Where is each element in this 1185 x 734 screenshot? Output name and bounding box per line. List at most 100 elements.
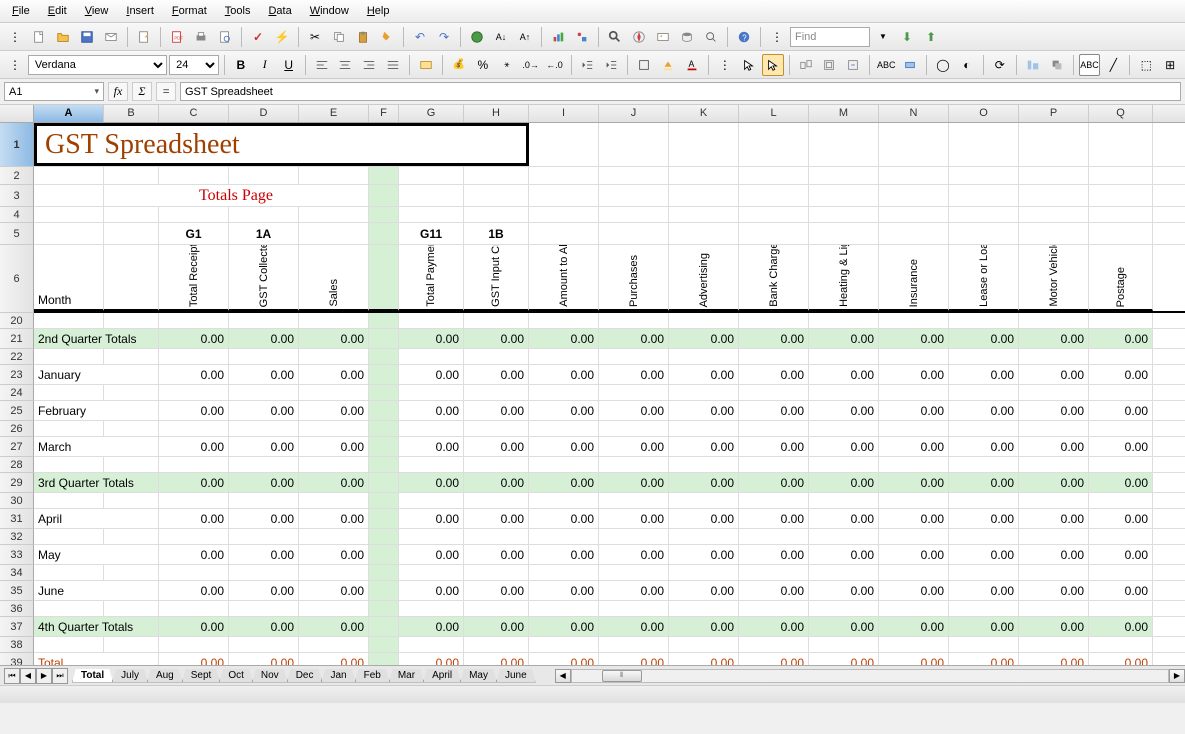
cell[interactable]: [1089, 529, 1153, 544]
cell[interactable]: [299, 457, 369, 472]
merge-cells-button[interactable]: [415, 54, 437, 76]
cell[interactable]: [399, 637, 464, 652]
col-header-I[interactable]: I: [529, 105, 599, 122]
cell[interactable]: 0.00: [159, 365, 229, 384]
cell[interactable]: [299, 529, 369, 544]
cell[interactable]: 0.00: [879, 401, 949, 420]
cell[interactable]: Insurance: [879, 245, 949, 311]
cell[interactable]: 0.00: [1019, 653, 1089, 665]
cell[interactable]: [229, 565, 299, 580]
cell[interactable]: 0.00: [949, 509, 1019, 528]
export-pdf-button[interactable]: PDF: [166, 26, 188, 48]
cell[interactable]: [879, 185, 949, 206]
cell[interactable]: [369, 167, 399, 184]
cell[interactable]: [809, 185, 879, 206]
cell[interactable]: 0.00: [879, 581, 949, 600]
cell[interactable]: [1019, 421, 1089, 436]
cell[interactable]: 0.00: [464, 617, 529, 636]
cell[interactable]: [1019, 207, 1089, 222]
new-doc-button[interactable]: [28, 26, 50, 48]
cell[interactable]: Total Payment: [399, 245, 464, 311]
cell[interactable]: 0.00: [159, 437, 229, 456]
cell[interactable]: [879, 457, 949, 472]
menu-view[interactable]: View: [77, 2, 117, 20]
row-header-33[interactable]: 33: [0, 545, 34, 565]
cell[interactable]: 0.00: [1089, 329, 1153, 348]
cell[interactable]: [369, 565, 399, 580]
cell[interactable]: [669, 313, 739, 328]
align-obj-button[interactable]: [1022, 54, 1044, 76]
cell[interactable]: 0.00: [299, 473, 369, 492]
cell[interactable]: 0.00: [809, 473, 879, 492]
cell-reference-box[interactable]: A1: [4, 82, 104, 101]
cell[interactable]: [399, 349, 464, 364]
cell[interactable]: [464, 565, 529, 580]
cell[interactable]: 0.00: [739, 329, 809, 348]
cell[interactable]: [159, 421, 229, 436]
cell[interactable]: [399, 493, 464, 508]
cell[interactable]: [809, 565, 879, 580]
cell[interactable]: [879, 601, 949, 616]
cell[interactable]: 0.00: [464, 509, 529, 528]
cell[interactable]: 0.00: [1089, 545, 1153, 564]
cell[interactable]: 0.00: [949, 617, 1019, 636]
cell[interactable]: [809, 529, 879, 544]
decrease-indent-button[interactable]: [577, 54, 599, 76]
col-header-D[interactable]: D: [229, 105, 299, 122]
sheet-tab-dec[interactable]: Dec: [287, 669, 323, 683]
col-header-K[interactable]: K: [669, 105, 739, 122]
cell[interactable]: 0.00: [949, 473, 1019, 492]
zoom-button[interactable]: [700, 26, 722, 48]
cell[interactable]: 0.00: [879, 437, 949, 456]
cell[interactable]: 0.00: [809, 437, 879, 456]
cell[interactable]: 0.00: [809, 581, 879, 600]
enter-group-button[interactable]: [842, 54, 864, 76]
function-wizard-button[interactable]: fx: [108, 82, 128, 101]
cell[interactable]: [229, 637, 299, 652]
scroll-thumb[interactable]: ⦀: [602, 670, 642, 682]
cell[interactable]: 0.00: [739, 545, 809, 564]
cell[interactable]: 0.00: [159, 473, 229, 492]
cell[interactable]: 0.00: [1019, 473, 1089, 492]
col-header-E[interactable]: E: [299, 105, 369, 122]
cell[interactable]: 0.00: [529, 437, 599, 456]
cell[interactable]: 0.00: [599, 509, 669, 528]
cell[interactable]: [159, 313, 229, 328]
cell[interactable]: [369, 637, 399, 652]
cell[interactable]: Bank Charges: [739, 245, 809, 311]
find-dropdown-button[interactable]: ▼: [872, 26, 894, 48]
cell[interactable]: 0.00: [1019, 617, 1089, 636]
cell[interactable]: [949, 385, 1019, 400]
cell[interactable]: [369, 581, 399, 600]
cell[interactable]: [529, 167, 599, 184]
scroll-left-button[interactable]: ◀: [555, 669, 571, 683]
cell[interactable]: [1089, 637, 1153, 652]
row-header-28[interactable]: 28: [0, 457, 34, 473]
select-button[interactable]: [738, 54, 760, 76]
row-header-25[interactable]: 25: [0, 401, 34, 421]
cell[interactable]: [464, 313, 529, 328]
cell[interactable]: [879, 167, 949, 184]
cell[interactable]: [1089, 207, 1153, 222]
cell[interactable]: [739, 565, 809, 580]
row-header-32[interactable]: 32: [0, 529, 34, 545]
cell[interactable]: [399, 529, 464, 544]
cell[interactable]: [299, 565, 369, 580]
cell[interactable]: 0.00: [879, 473, 949, 492]
cell[interactable]: [809, 493, 879, 508]
cell[interactable]: 0.00: [464, 473, 529, 492]
cell[interactable]: 0.00: [669, 545, 739, 564]
cell[interactable]: [159, 385, 229, 400]
cell[interactable]: [949, 123, 1019, 166]
cell[interactable]: 0.00: [399, 401, 464, 420]
cell[interactable]: 0.00: [399, 473, 464, 492]
cell[interactable]: 0.00: [809, 365, 879, 384]
cell[interactable]: 0.00: [669, 437, 739, 456]
cell[interactable]: [229, 349, 299, 364]
cell[interactable]: [669, 601, 739, 616]
row-header-23[interactable]: 23: [0, 365, 34, 385]
cell[interactable]: [104, 493, 159, 508]
menu-window[interactable]: Window: [302, 2, 357, 20]
italic-button[interactable]: I: [254, 54, 276, 76]
cell[interactable]: 0.00: [1019, 329, 1089, 348]
